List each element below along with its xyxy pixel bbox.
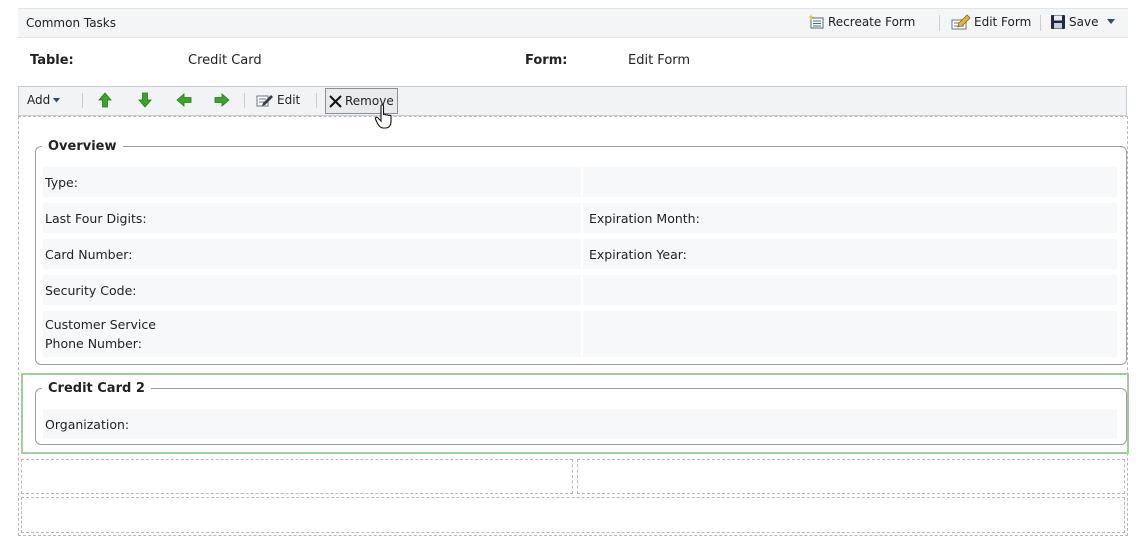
edit-label: Edit <box>277 93 301 107</box>
section-title: Overview <box>48 139 117 154</box>
field-label: Expiration Year: <box>589 246 687 262</box>
add-button[interactable]: Add <box>27 90 61 110</box>
empty-cell-placeholder[interactable] <box>21 459 573 494</box>
form-value: Edit Form <box>628 53 691 68</box>
table-label: Table: <box>30 53 74 68</box>
divider <box>939 15 940 31</box>
field-label: Last Four Digits: <box>45 210 147 226</box>
form-row[interactable]: Last Four Digits: Expiration Month: <box>43 203 1117 233</box>
edit-form-label: Edit Form <box>974 15 1032 29</box>
recreate-form-icon <box>808 14 825 30</box>
save-button[interactable]: Save <box>1050 14 1116 30</box>
edit-icon <box>256 93 274 108</box>
recreate-form-label: Recreate Form <box>828 15 916 29</box>
save-icon <box>1050 14 1066 30</box>
field-label: Type: <box>45 174 78 190</box>
field-label: Organization: <box>45 416 130 432</box>
empty-section-placeholder[interactable] <box>21 497 1125 533</box>
empty-cell-placeholder[interactable] <box>577 459 1125 494</box>
close-icon <box>329 94 342 108</box>
form-row[interactable]: Card Number: Expiration Year: <box>43 239 1117 269</box>
field-label: Customer Service Phone Number: <box>45 317 156 351</box>
common-tasks-title: Common Tasks <box>26 16 117 30</box>
form-row[interactable]: Organization: <box>43 409 1117 439</box>
edit-form-icon <box>951 14 971 30</box>
hand-cursor-icon <box>374 104 396 130</box>
form-row[interactable]: Type: <box>43 167 1117 197</box>
edit-button[interactable]: Edit <box>256 90 300 110</box>
move-up-button[interactable] <box>98 90 112 110</box>
move-right-button[interactable] <box>214 90 230 110</box>
arrow-down-icon <box>138 92 152 108</box>
move-left-button[interactable] <box>176 90 192 110</box>
field-label: Expiration Month: <box>589 210 700 226</box>
section-title: Credit Card 2 <box>48 381 145 396</box>
divider <box>1040 15 1041 31</box>
move-down-button[interactable] <box>138 90 152 110</box>
arrow-left-icon <box>176 93 192 107</box>
form-row[interactable]: Security Code: <box>43 275 1117 305</box>
chevron-down-icon[interactable] <box>1107 19 1116 25</box>
field-label: Security Code: <box>45 282 137 298</box>
table-value: Credit Card <box>188 53 262 68</box>
arrow-right-icon <box>214 93 230 107</box>
recreate-form-button[interactable]: Recreate Form <box>808 14 915 30</box>
save-label: Save <box>1069 15 1099 29</box>
form-label: Form: <box>525 53 568 68</box>
edit-form-button[interactable]: Edit Form <box>951 14 1031 30</box>
layout-toolbar: Add Edit Remove <box>18 86 1127 116</box>
arrow-up-icon <box>98 92 112 108</box>
form-designer-canvas: Overview Type: Last Four Digits: Expirat… <box>18 116 1129 536</box>
common-tasks-bar: Common Tasks Recreate Form Edit Form Sav… <box>18 8 1128 38</box>
form-row[interactable]: Customer Service Phone Number: <box>43 311 1117 357</box>
divider <box>316 93 317 108</box>
divider <box>244 93 245 108</box>
divider <box>82 93 83 108</box>
add-label: Add <box>27 93 51 107</box>
chevron-down-icon <box>53 97 61 103</box>
field-label: Card Number: <box>45 246 133 262</box>
